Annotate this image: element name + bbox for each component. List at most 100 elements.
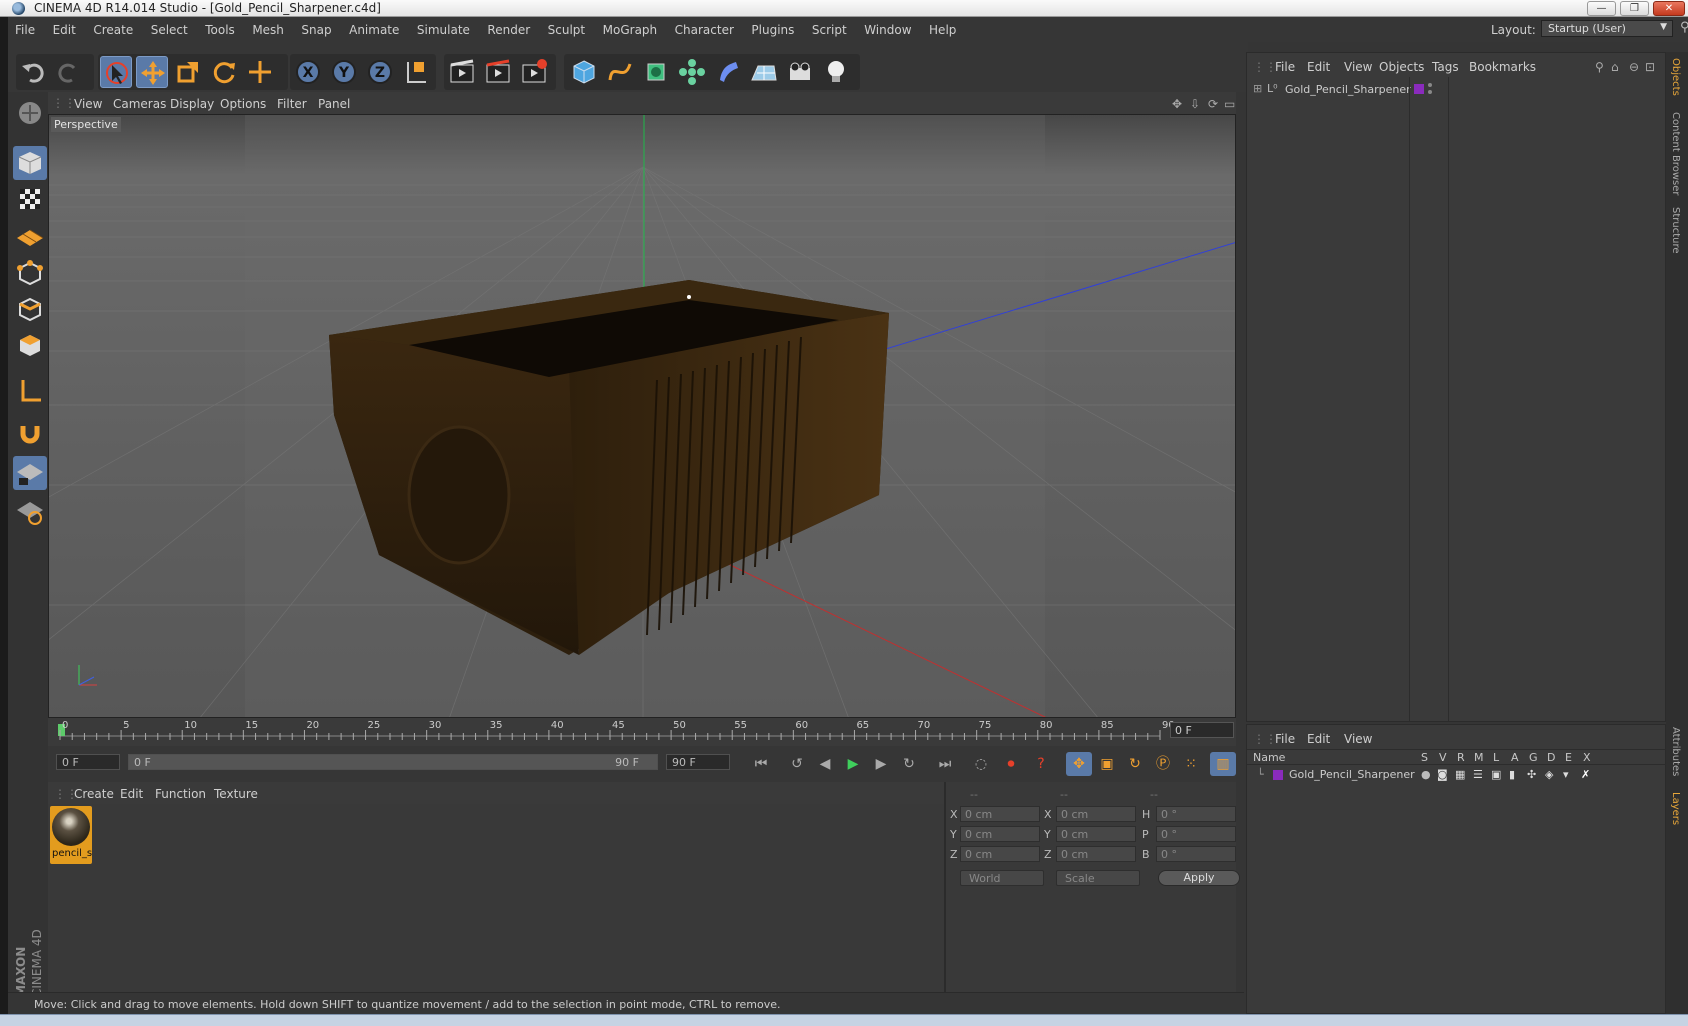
restore-button[interactable]: ❐	[1620, 1, 1649, 16]
previous-key-icon[interactable]: ↺	[784, 752, 810, 776]
record-icon[interactable]: ⏺	[998, 752, 1024, 776]
keyframe-selection-icon[interactable]: ◌	[968, 752, 994, 776]
go-to-start-icon[interactable]: ⏮	[748, 752, 774, 776]
apply-button[interactable]: Apply	[1158, 870, 1240, 886]
key-position-icon[interactable]: ✥	[1066, 752, 1092, 776]
size-mode-dropdown[interactable]: Scale	[1056, 870, 1140, 886]
key-pla-icon[interactable]: ⁙	[1178, 752, 1204, 776]
layer-row[interactable]: └ Gold_Pencil_Sharpener ● ◙ ▦ ☰ ▣ ▮ ✣ ◈ …	[1247, 767, 1667, 783]
model-mode-icon[interactable]	[13, 146, 47, 180]
viewport-menu-view[interactable]: View	[74, 97, 102, 111]
menu-select[interactable]: Select	[144, 17, 195, 37]
redo-icon[interactable]	[52, 56, 84, 88]
object-row[interactable]: ⊞ L⁰ Gold_Pencil_Sharpener	[1253, 82, 1411, 98]
material-swatch[interactable]: pencil_s	[50, 806, 92, 864]
pos-y-field[interactable]: 0 cm	[960, 826, 1040, 842]
previous-frame-icon[interactable]: ◀	[812, 752, 838, 776]
menu-snap[interactable]: Snap	[294, 17, 338, 37]
home-icon[interactable]: ⌂	[1611, 60, 1619, 74]
layer-col-s[interactable]: S	[1421, 751, 1428, 764]
floor-icon[interactable]	[748, 56, 780, 88]
menu-sculpt[interactable]: Sculpt	[541, 17, 592, 37]
minimize-button[interactable]: —	[1587, 1, 1616, 16]
material-menu-edit[interactable]: Edit	[120, 787, 143, 801]
layer-col-r[interactable]: R	[1457, 751, 1465, 764]
new-window-icon[interactable]: ⊡	[1645, 60, 1655, 74]
edges-mode-icon[interactable]	[13, 292, 47, 326]
manager-icon[interactable]: ☰	[1473, 768, 1483, 781]
scale-icon[interactable]	[172, 56, 204, 88]
material-menu-texture[interactable]: Texture	[214, 787, 258, 801]
menu-animate[interactable]: Animate	[342, 17, 406, 37]
end-frame-field[interactable]: 90 F	[666, 754, 730, 770]
menu-render[interactable]: Render	[480, 17, 537, 37]
x-axis-icon[interactable]: X	[292, 56, 324, 88]
next-key-icon[interactable]: ↻	[896, 752, 922, 776]
key-rotation-icon[interactable]: ↻	[1122, 752, 1148, 776]
material-menu-create[interactable]: Create	[74, 787, 114, 801]
search-icon[interactable]: ⚲	[1680, 20, 1688, 35]
visible-icon[interactable]: ◙	[1437, 768, 1448, 781]
rot-b-field[interactable]: 0 °	[1156, 846, 1236, 862]
menu-file[interactable]: File	[8, 17, 42, 37]
animation-icon[interactable]: ▮	[1509, 768, 1515, 781]
key-scale-icon[interactable]: ▣	[1094, 752, 1120, 776]
viewport-zoom-icon[interactable]: ⇩	[1190, 97, 1200, 111]
live-selection-icon[interactable]	[100, 56, 132, 88]
layer-col-v[interactable]: V	[1439, 751, 1447, 764]
layout-select[interactable]: Startup (User) ▼	[1541, 20, 1673, 37]
render-view-icon[interactable]	[446, 56, 478, 88]
menu-create[interactable]: Create	[86, 17, 140, 37]
link-icon[interactable]: ⊖	[1629, 60, 1639, 74]
menu-edit[interactable]: Edit	[46, 17, 83, 37]
planar-workplane-icon[interactable]	[13, 494, 47, 528]
tab-layers[interactable]: Layers	[1670, 792, 1681, 825]
objects-menu-objects[interactable]: Objects	[1379, 60, 1424, 74]
coordinate-system-icon[interactable]	[400, 56, 432, 88]
axis-mode-icon[interactable]	[13, 374, 47, 408]
key-parameter-icon[interactable]: Ⓟ	[1150, 752, 1176, 776]
objects-menu-view[interactable]: View	[1344, 60, 1372, 74]
render-icon[interactable]: ▦	[1455, 768, 1465, 781]
viewport-maximize-icon[interactable]: ▭	[1224, 97, 1235, 111]
layer-color-swatch[interactable]	[1273, 770, 1283, 780]
pos-z-field[interactable]: 0 cm	[960, 846, 1040, 862]
texture-mode-icon[interactable]	[13, 182, 47, 216]
points-mode-icon[interactable]	[13, 256, 47, 290]
start-frame-field[interactable]: 0 F	[56, 754, 120, 770]
menu-character[interactable]: Character	[668, 17, 741, 37]
locked-workplane-icon[interactable]	[13, 456, 47, 490]
menu-window[interactable]: Window	[857, 17, 918, 37]
objects-menu-edit[interactable]: Edit	[1307, 60, 1330, 74]
viewport-menu-filter[interactable]: Filter	[277, 97, 307, 111]
close-button[interactable]: ✕	[1653, 1, 1685, 16]
tab-structure[interactable]: Structure	[1670, 207, 1681, 254]
layer-col-a[interactable]: A	[1511, 751, 1519, 764]
timeline-ruler[interactable]: 0 5 10 15 20 25 30 35 40 45 50 55 60 65 70 75 80 85 90 0 F	[48, 718, 1236, 746]
autokey-icon[interactable]: ?	[1028, 752, 1054, 776]
polygons-mode-icon[interactable]	[13, 328, 47, 362]
objects-menu-file[interactable]: File	[1275, 60, 1295, 74]
layer-col-d[interactable]: D	[1547, 751, 1555, 764]
objects-menu-bookmarks[interactable]: Bookmarks	[1469, 60, 1536, 74]
z-axis-icon[interactable]: Z	[364, 56, 396, 88]
menu-mesh[interactable]: Mesh	[245, 17, 291, 37]
layer-color-swatch[interactable]	[1414, 84, 1424, 94]
layer-col-m[interactable]: M	[1474, 751, 1484, 764]
go-to-end-icon[interactable]: ⏭	[932, 752, 958, 776]
render-to-picture-viewer-icon[interactable]	[482, 56, 514, 88]
camera-icon[interactable]	[784, 56, 816, 88]
menu-simulate[interactable]: Simulate	[410, 17, 477, 37]
generators-icon[interactable]: ✣	[1527, 768, 1536, 781]
nurbs-icon[interactable]	[640, 56, 672, 88]
xref-icon[interactable]: ✗	[1581, 768, 1590, 781]
undo-icon[interactable]	[18, 56, 50, 88]
search-icon[interactable]: ⚲	[1595, 60, 1604, 74]
layer-col-e[interactable]: E	[1565, 751, 1572, 764]
range-slider[interactable]: 0 F 90 F	[128, 754, 658, 770]
workplane-mode-icon[interactable]	[13, 218, 47, 252]
expand-icon[interactable]: ⊞	[1253, 82, 1262, 95]
solo-icon[interactable]: ●	[1421, 768, 1431, 781]
pos-x-field[interactable]: 0 cm	[960, 806, 1040, 822]
menu-mograph[interactable]: MoGraph	[596, 17, 665, 37]
